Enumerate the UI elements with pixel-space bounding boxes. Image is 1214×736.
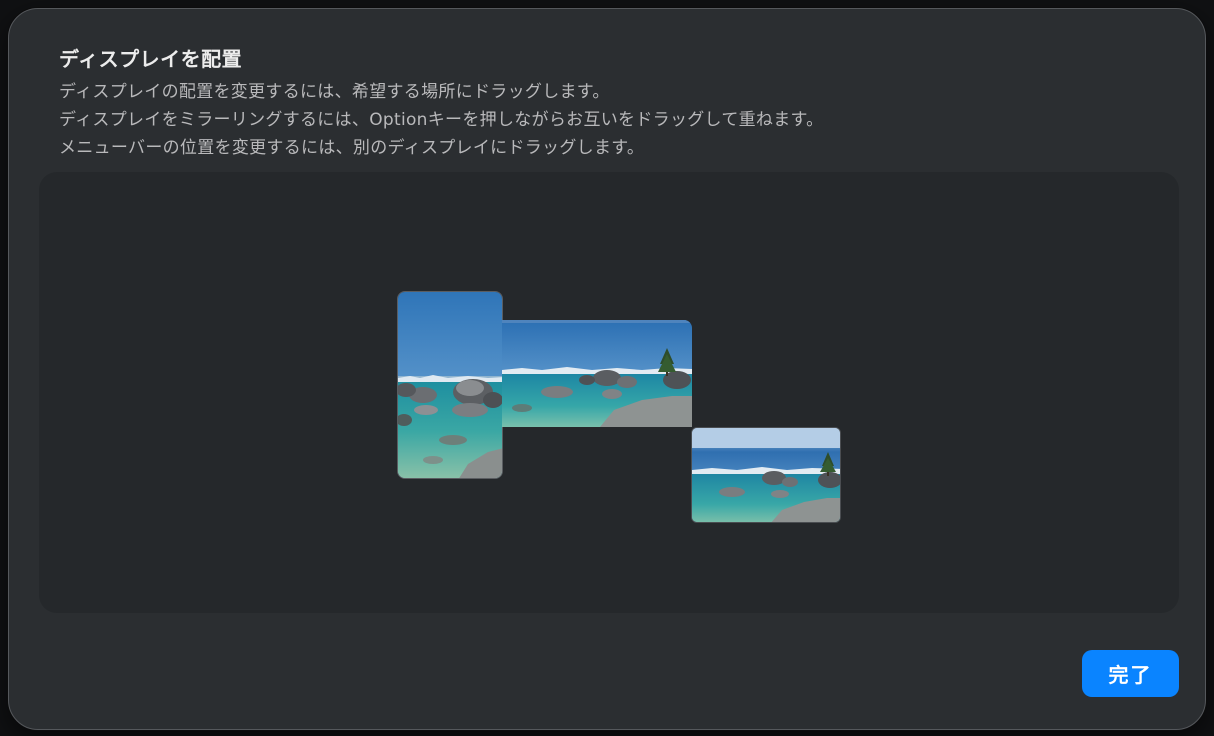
- display-thumbnail-portrait[interactable]: [397, 291, 503, 479]
- sheet-title: ディスプレイを配置: [59, 47, 243, 71]
- display-thumbnail-secondary[interactable]: [691, 427, 841, 523]
- arrange-displays-sheet: ディスプレイを配置 ディスプレイの配置を変更するには、希望する場所にドラッグしま…: [8, 8, 1206, 730]
- instruction-rearrange: ディスプレイの配置を変更するには、希望する場所にドラッグします。: [59, 82, 610, 102]
- display-thumbnail-main[interactable]: [502, 320, 692, 427]
- display-arrangement-area: [39, 172, 1179, 613]
- instruction-mirror: ディスプレイをミラーリングするには、Optionキーを押しながらお互いをドラッグ…: [59, 110, 824, 130]
- instruction-menubar: メニューバーの位置を変更するには、別のディスプレイにドラッグします。: [59, 138, 645, 158]
- done-button[interactable]: 完了: [1082, 650, 1179, 697]
